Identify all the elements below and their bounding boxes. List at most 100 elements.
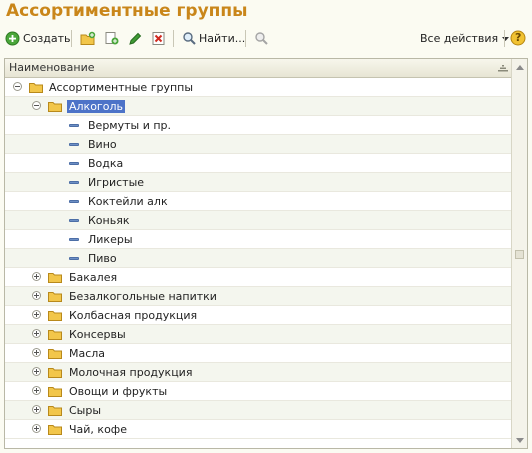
sort-icon[interactable] — [498, 63, 508, 73]
copy-add-icon — [105, 31, 119, 44]
item-icon — [69, 219, 79, 222]
folder-icon — [48, 273, 62, 283]
tree-row-item[interactable]: Вермуты и пр. — [5, 116, 512, 135]
tree-row-label: Консервы — [69, 328, 126, 341]
folder-icon — [48, 406, 62, 416]
item-icon — [69, 181, 79, 184]
create-button[interactable]: Создать — [5, 28, 71, 48]
folder-icon — [29, 83, 43, 93]
tree-row-group[interactable]: Безалкогольные напитки — [5, 287, 512, 306]
column-header[interactable]: Наименование — [5, 59, 512, 78]
folder-open-icon — [48, 102, 62, 112]
pencil-icon — [129, 32, 142, 45]
expand-icon[interactable] — [32, 386, 41, 395]
edit-button[interactable] — [128, 28, 143, 48]
tree-row-label: Вермуты и пр. — [88, 119, 172, 132]
item-icon — [69, 143, 79, 146]
create-group-button[interactable] — [80, 28, 96, 48]
folder-icon — [48, 349, 62, 359]
tree-row-label: Масла — [69, 347, 106, 360]
tree-row-item[interactable]: Игристые — [5, 173, 512, 192]
toolbar-separator — [71, 30, 72, 47]
tree-row-group[interactable]: Колбасная продукция — [5, 306, 512, 325]
expand-icon[interactable] — [32, 310, 41, 319]
collapse-icon[interactable] — [32, 101, 41, 110]
toolbar-separator — [245, 30, 246, 47]
tree-row-label: Молочная продукция — [69, 366, 193, 379]
tree-row-item[interactable]: Пиво — [5, 249, 512, 268]
expand-icon[interactable] — [32, 329, 41, 338]
help-label: ? — [515, 31, 522, 44]
tree-rows: Ассортиментные группы Алкоголь Вермуты и… — [5, 78, 512, 439]
form-title: Ассортиментные группы — [6, 1, 248, 21]
copy-button[interactable] — [104, 28, 120, 48]
tree-row-label: Колбасная продукция — [69, 309, 198, 322]
tree-row-group[interactable]: Масла — [5, 344, 512, 363]
scroll-down-icon[interactable] — [516, 438, 524, 443]
tree-row-label: Ликеры — [88, 233, 133, 246]
tree-row-label: Алкоголь — [67, 100, 125, 113]
expand-icon[interactable] — [32, 424, 41, 433]
plus-circle-icon — [5, 31, 20, 45]
find-button[interactable]: Найти... — [182, 28, 245, 48]
magnifier-icon — [183, 31, 196, 45]
tree-row-selected[interactable]: Алкоголь — [5, 97, 512, 116]
delete-icon — [152, 31, 165, 45]
command-bar: Создать Найти... Все действия ? — [0, 27, 532, 51]
folder-icon — [48, 330, 62, 340]
toolbar-separator — [504, 30, 505, 47]
tree-row-item[interactable]: Вино — [5, 135, 512, 154]
tree-row-label: Чай, кофе — [69, 423, 127, 436]
cancel-search-button[interactable] — [254, 28, 269, 48]
expand-icon[interactable] — [32, 405, 41, 414]
tree-row-label: Коктейли алк — [88, 195, 168, 208]
tree-row-label: Ассортиментные группы — [49, 81, 194, 94]
help-button[interactable]: ? — [510, 28, 526, 48]
tree-row-label: Пиво — [88, 252, 117, 265]
tree-row-item[interactable]: Водка — [5, 154, 512, 173]
tree-row-label: Игристые — [88, 176, 145, 189]
tree-row-item[interactable]: Коньяк — [5, 211, 512, 230]
expand-icon[interactable] — [32, 348, 41, 357]
expand-icon[interactable] — [32, 272, 41, 281]
tree-row-group[interactable]: Чай, кофе — [5, 420, 512, 439]
item-icon — [69, 162, 79, 165]
chevron-down-icon — [502, 36, 510, 41]
search-cancel-icon — [255, 31, 268, 45]
delete-button[interactable] — [151, 28, 166, 48]
create-button-label: Создать — [23, 31, 71, 45]
item-icon — [69, 257, 79, 260]
tree-row-item[interactable]: Коктейли алк — [5, 192, 512, 211]
toolbar-separator — [173, 30, 174, 47]
folder-icon — [48, 311, 62, 321]
item-icon — [69, 200, 79, 203]
item-icon — [69, 124, 79, 127]
scroll-thumb[interactable] — [515, 250, 524, 259]
folder-add-icon — [80, 31, 96, 45]
vertical-scrollbar[interactable] — [511, 59, 527, 448]
scroll-up-icon[interactable] — [516, 65, 524, 70]
find-button-label: Найти... — [199, 31, 246, 45]
tree-row-label: Водка — [88, 157, 124, 170]
tree-row-root[interactable]: Ассортиментные группы — [5, 78, 512, 97]
tree-row-label: Безалкогольные напитки — [69, 290, 217, 303]
expand-icon[interactable] — [32, 367, 41, 376]
tree-row-group[interactable]: Молочная продукция — [5, 363, 512, 382]
folder-icon — [48, 368, 62, 378]
tree-row-label: Овощи и фрукты — [69, 385, 168, 398]
tree-row-label: Коньяк — [88, 214, 130, 227]
tree-row-label: Сыры — [69, 404, 102, 417]
tree-row-group[interactable]: Овощи и фрукты — [5, 382, 512, 401]
tree-row-label: Бакалея — [69, 271, 118, 284]
all-actions-menu[interactable]: Все действия — [420, 28, 510, 48]
item-icon — [69, 238, 79, 241]
folder-icon — [48, 425, 62, 435]
tree-row-group[interactable]: Бакалея — [5, 268, 512, 287]
tree-row-group[interactable]: Сыры — [5, 401, 512, 420]
tree-row-group[interactable]: Консервы — [5, 325, 512, 344]
expand-icon[interactable] — [32, 291, 41, 300]
tree-table[interactable]: Наименование Ассортиментные группы Алког… — [4, 58, 528, 449]
column-header-label: Наименование — [9, 61, 95, 74]
collapse-icon[interactable] — [13, 82, 22, 91]
tree-row-item[interactable]: Ликеры — [5, 230, 512, 249]
